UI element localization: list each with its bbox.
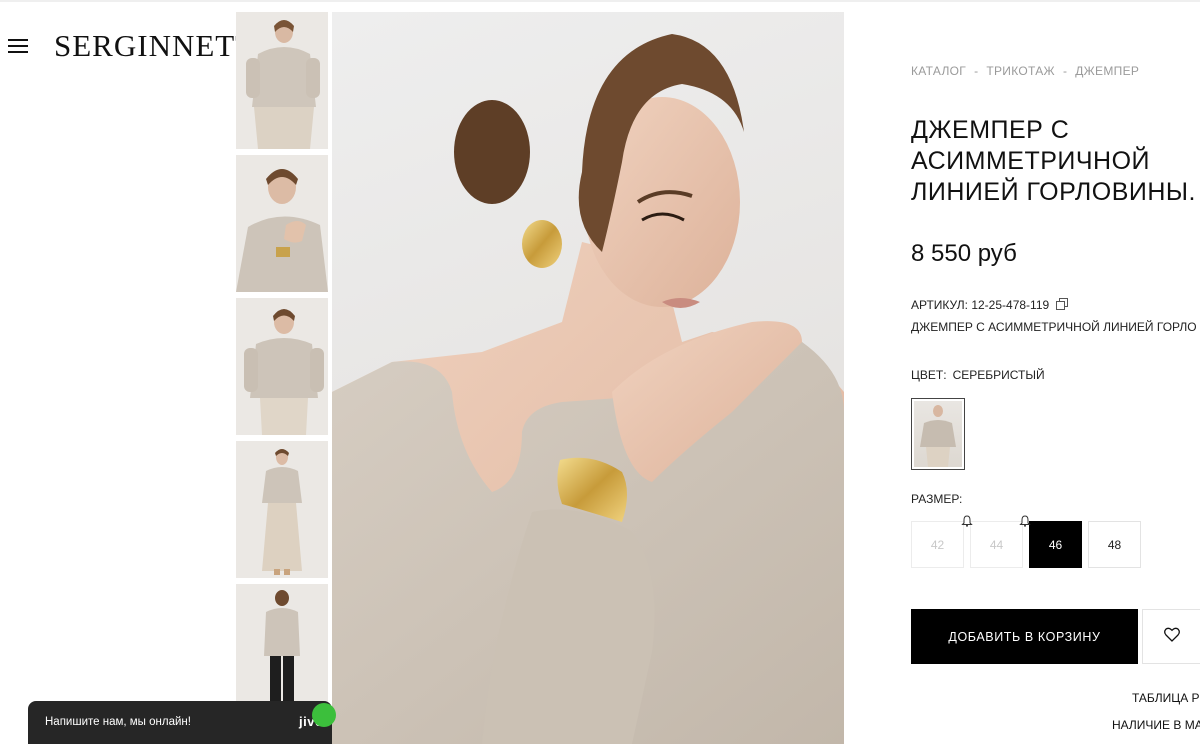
breadcrumb: КАТАЛОГ - ТРИКОТАЖ - ДЖЕМПЕР — [911, 64, 1139, 78]
sku-value: 12-25-478-119 — [971, 298, 1050, 312]
menu-icon[interactable] — [8, 39, 28, 53]
breadcrumb-catalog[interactable]: КАТАЛОГ — [911, 64, 966, 78]
breadcrumb-separator: - — [974, 64, 979, 78]
color-value: СЕРЕБРИСТЫЙ — [952, 368, 1045, 382]
thumbnail-2[interactable] — [236, 155, 328, 292]
breadcrumb-separator: - — [1062, 64, 1068, 78]
product-title-line: АСИММЕТРИЧНОЙ — [911, 147, 1151, 175]
size-option-42[interactable]: 42 — [911, 521, 964, 568]
chat-invite-text: Напишите нам, мы онлайн! — [45, 716, 191, 728]
heart-icon — [1163, 627, 1180, 647]
add-to-cart-button[interactable]: ДОБАВИТЬ В КОРЗИНУ — [911, 609, 1138, 664]
thumbnail-4[interactable] — [236, 441, 328, 578]
color-label: ЦВЕТ: — [911, 368, 947, 382]
favorite-button[interactable] — [1142, 609, 1200, 664]
copy-icon[interactable] — [1055, 298, 1068, 313]
top-divider — [0, 0, 1200, 2]
color-line: ЦВЕТ: СЕРЕБРИСТЫЙ — [911, 368, 1045, 382]
size-option-48[interactable]: 48 — [1088, 521, 1141, 568]
bell-icon[interactable] — [961, 515, 973, 530]
size-option-label: 42 — [930, 537, 945, 552]
product-title-line: ЛИНИЕЙ ГОРЛОВИНЫ. — [911, 178, 1196, 206]
thumbnail-1[interactable] — [236, 12, 328, 149]
brand-logo[interactable]: SERGINNETTI — [54, 28, 266, 64]
product-title: ДЖЕМПЕР С АСИММЕТРИЧНОЙ ЛИНИЕЙ ГОРЛОВИНЫ… — [911, 115, 1200, 208]
size-option-46[interactable]: 46 — [1019, 515, 1082, 568]
color-swatch-silver[interactable] — [911, 398, 965, 470]
size-label: РАЗМЕР: — [911, 492, 963, 506]
size-option-label: 46 — [1048, 537, 1063, 552]
product-subname: ДЖЕМПЕР С АСИММЕТРИЧНОЙ ЛИНИЕЙ ГОРЛО — [911, 320, 1197, 334]
thumbnail-3[interactable] — [236, 298, 328, 435]
breadcrumb-jumper[interactable]: ДЖЕМПЕР — [1075, 64, 1139, 78]
size-table-link[interactable]: ТАБЛИЦА Р — [1132, 691, 1200, 705]
sku-line: АРТИКУЛ: 12-25-478-119 — [911, 298, 1068, 313]
size-option-44[interactable]: 44 — [961, 515, 1023, 568]
swatch-thumbnail — [914, 401, 962, 467]
size-option-label: 48 — [1107, 537, 1122, 552]
thumbnail-gallery — [236, 12, 328, 727]
store-availability-link[interactable]: НАЛИЧИЕ В МА — [1112, 718, 1200, 732]
size-option-label: 44 — [989, 537, 1004, 552]
bell-icon[interactable] — [1019, 515, 1031, 530]
breadcrumb-knitwear[interactable]: ТРИКОТАЖ — [986, 64, 1055, 78]
sku-label: АРТИКУЛ: — [911, 298, 968, 312]
chat-widget[interactable]: Напишите нам, мы онлайн! jivo — [28, 701, 332, 744]
online-status-icon — [312, 703, 336, 727]
product-price: 8 550 руб — [911, 240, 1017, 267]
main-product-image[interactable] — [332, 12, 844, 744]
product-title-line: ДЖЕМПЕР С — [911, 116, 1070, 144]
